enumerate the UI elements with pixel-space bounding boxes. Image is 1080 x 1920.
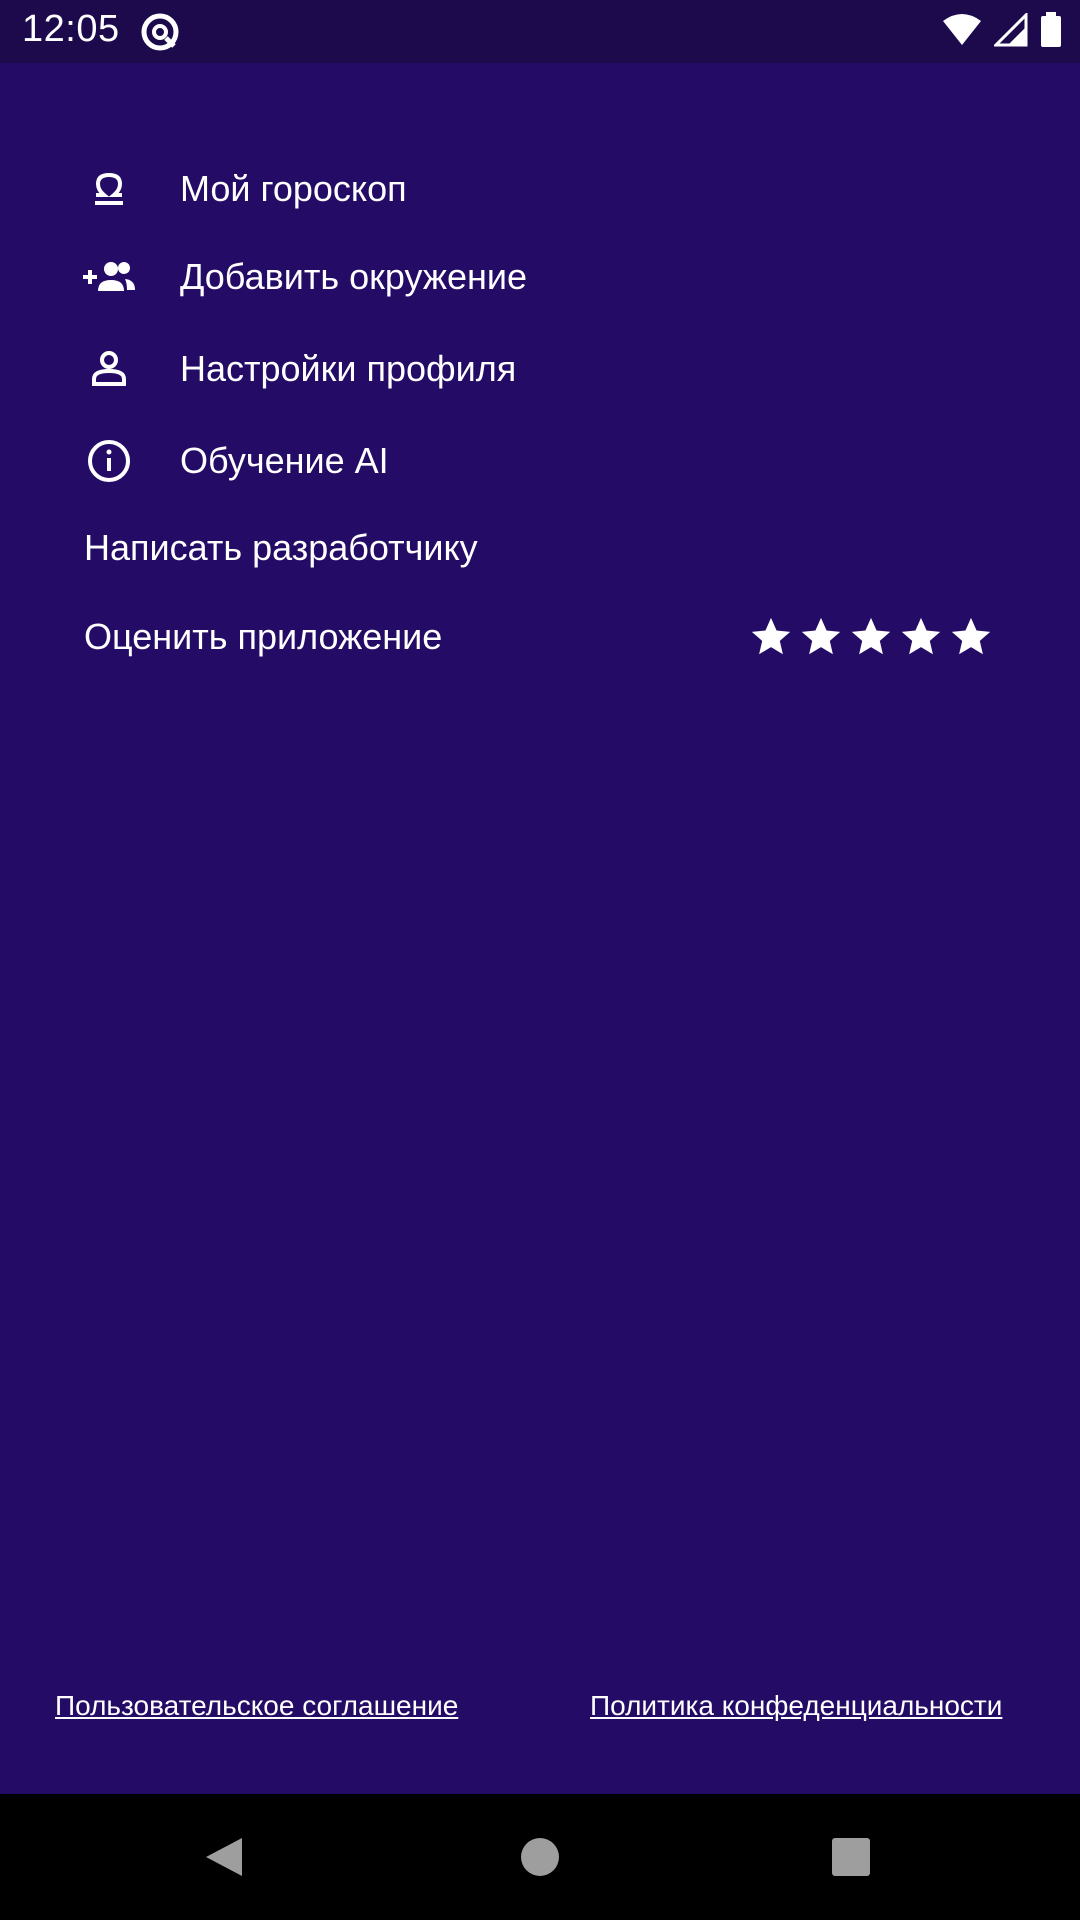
menu-item-horoscope[interactable]: Мой гороскоп [0, 149, 1080, 229]
terms-link[interactable]: Пользовательское соглашение [55, 1690, 458, 1722]
wifi-icon [942, 13, 982, 52]
recents-icon [832, 1838, 870, 1876]
info-icon [80, 432, 138, 490]
menu-item-rate-app[interactable]: Оценить приложение [0, 597, 1080, 677]
status-bar: 12:05 [0, 0, 1080, 63]
home-icon [521, 1838, 559, 1876]
menu-item-label: Написать разработчику [84, 527, 478, 568]
rating-stars[interactable] [748, 614, 994, 660]
star-icon[interactable] [848, 614, 894, 660]
at-sign-icon [140, 12, 180, 52]
battery-icon [1040, 12, 1062, 53]
recents-button[interactable] [818, 1824, 884, 1890]
status-time: 12:05 [22, 8, 120, 50]
menu-item-label: Оценить приложение [84, 616, 443, 657]
menu-item-profile-settings[interactable]: Настройки профиля [0, 329, 1080, 409]
menu-item-label: Мой гороскоп [180, 168, 407, 209]
back-button[interactable] [192, 1824, 258, 1890]
home-button[interactable] [507, 1824, 573, 1890]
signal-icon [992, 11, 1028, 52]
menu-item-contact-developer[interactable]: Написать разработчику [0, 508, 1080, 588]
back-icon [206, 1838, 242, 1876]
star-icon[interactable] [798, 614, 844, 660]
privacy-policy-link[interactable]: Политика конфеденциальности [590, 1690, 1002, 1722]
menu-item-label: Добавить окружение [180, 256, 528, 297]
libra-icon [80, 160, 138, 218]
menu-item-label: Обучение AI [180, 440, 389, 481]
menu-item-ai-training[interactable]: Обучение AI [0, 421, 1080, 501]
star-icon[interactable] [748, 614, 794, 660]
add-group-icon [80, 248, 138, 306]
star-icon[interactable] [898, 614, 944, 660]
navigation-bar [0, 1794, 1080, 1920]
menu-item-add-circle[interactable]: Добавить окружение [0, 237, 1080, 317]
star-icon[interactable] [948, 614, 994, 660]
person-icon [80, 340, 138, 398]
menu-item-label: Настройки профиля [180, 348, 517, 389]
